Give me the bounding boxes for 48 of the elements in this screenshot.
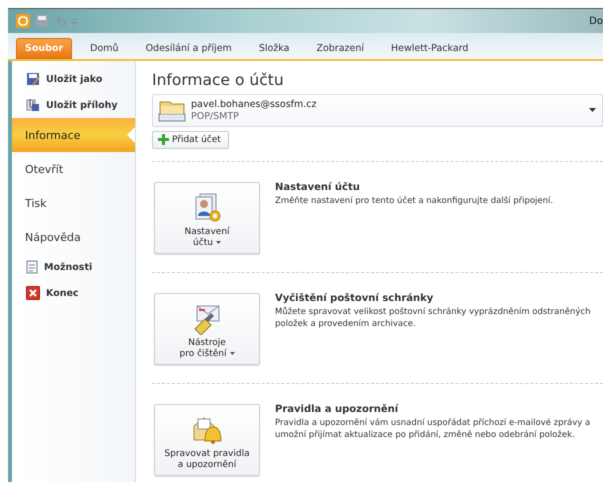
section-description: Pravidla a upozornění vám usnadní uspořádat příchozí e-mailové zprávy a umožní přijímat aktualizace po přidání, změně nebo odebrání položek.	[275, 418, 592, 442]
close-icon	[26, 286, 40, 300]
attachment-icon	[26, 98, 40, 112]
save-icon[interactable]	[35, 14, 49, 28]
outlook-icon[interactable]	[16, 14, 30, 28]
caret-icon	[216, 240, 221, 244]
section-heading: Nastavení účtu	[275, 182, 361, 193]
selection-pointer	[127, 127, 135, 143]
sidebar-item[interactable]: Uložit jako	[12, 66, 135, 92]
section-button[interactable]: Nástroje pro čištění	[154, 293, 260, 365]
ribbon-tab[interactable]: Složka	[250, 38, 298, 59]
ribbon-tab[interactable]: Zobrazení	[307, 38, 374, 59]
sidebar-label: Konec	[46, 288, 79, 298]
sidebar-item[interactable]: Možnosti	[12, 254, 135, 280]
caret-icon	[230, 352, 234, 355]
sidebar-label: Nápověda	[25, 230, 81, 244]
sidebar-label: Informace	[25, 128, 80, 142]
sidebar-item[interactable]: Nápověda	[12, 220, 135, 254]
section-button[interactable]: Nastavení účtu	[154, 182, 260, 254]
sidebar-label: Uložit přílohy	[46, 100, 118, 110]
document-icon	[26, 260, 38, 274]
ribbon-tab[interactable]: Domů	[81, 38, 128, 59]
section-description: Můžete spravovat velikost poštovní schránky vyprázdněním odstraněných položek a provedením archivace.	[275, 307, 592, 331]
sidebar-item[interactable]: Tisk	[12, 186, 135, 220]
account-email: pavel.bohanes@ssosfm.cz	[191, 98, 318, 110]
section-heading: Vyčištění poštovní schránky	[275, 293, 434, 304]
undo-icon[interactable]	[54, 15, 66, 27]
sidebar-label: Uložit jako	[46, 74, 102, 84]
plus-icon	[158, 134, 169, 146]
sidebar-item[interactable]: Uložit přílohy	[12, 92, 135, 118]
sidebar-label: Možnosti	[44, 262, 92, 272]
sidebar-item[interactable]: Otevřít	[12, 152, 135, 186]
ribbon-tab[interactable]: Odesílání a příjem	[136, 38, 241, 59]
sidebar-label: Tisk	[25, 196, 47, 210]
page-title: Informace o účtu	[152, 71, 285, 89]
dropdown-arrow-icon	[589, 108, 596, 112]
section-button[interactable]: Spravovat pravidla a upozornění	[154, 404, 260, 476]
section-heading: Pravidla a upozornění	[275, 404, 400, 415]
section-description: Změňte nastavení pro tento účet a nakonfigurujte další připojení.	[275, 196, 554, 208]
add-account-button[interactable]: Přidat účet	[152, 130, 229, 149]
sidebar-item[interactable]: Konec	[12, 280, 135, 306]
sidebar-item[interactable]: Informace	[12, 118, 135, 152]
window-title: Do	[589, 16, 603, 26]
ribbon-tab[interactable]: Hewlett-Packard	[382, 38, 478, 59]
account-type: POP/SMTP	[191, 110, 240, 122]
customize-menu-icon[interactable]	[71, 17, 78, 25]
sidebar-label: Otevřít	[25, 162, 64, 176]
account-selector[interactable]: pavel.bohanes@ssosfm.cz POP/SMTP	[152, 94, 603, 127]
